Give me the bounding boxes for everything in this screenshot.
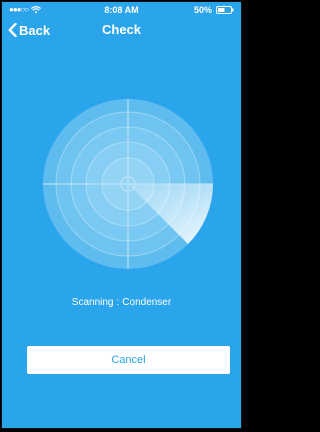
battery-percent: 50% [193,5,212,15]
back-label: Back [19,22,51,38]
scan-label: Scanning [71,297,114,308]
scan-status: Scanning: Condenser [2,297,241,308]
status-right: 50% [194,5,234,15]
scan-separator: : [116,297,120,308]
back-button[interactable]: Back [8,18,50,42]
app-screen: ●●●○○ 8:08 AM 50% Back Check Scanning: … [1,1,242,429]
radar-scanner [43,99,213,269]
chevron-left-icon [8,23,17,37]
battery-icon [216,6,234,14]
nav-bar: Back Check [2,18,241,42]
cancel-button[interactable]: Cancel [27,346,230,374]
scan-target: Condenser [122,297,172,308]
status-bar: ●●●○○ 8:08 AM 50% [2,2,241,18]
